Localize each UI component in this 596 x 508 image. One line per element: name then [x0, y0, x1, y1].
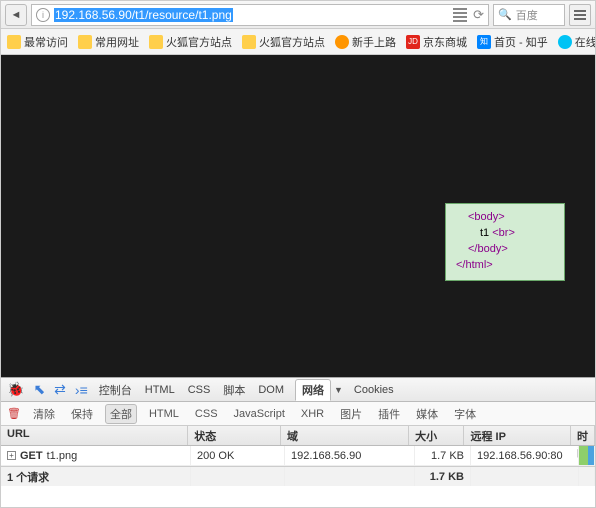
- bookmark-item[interactable]: 知首页 - 知乎: [477, 34, 548, 50]
- url-input[interactable]: i 192.168.56.90/t1/resource/t1.png ⟳: [31, 4, 489, 26]
- html-tooltip: <body> t1 <br> </body> </html>: [445, 203, 565, 281]
- back-button[interactable]: ◄: [5, 4, 27, 26]
- bookmark-item[interactable]: 常用网址: [78, 34, 139, 50]
- address-bar: ◄ i 192.168.56.90/t1/resource/t1.png ⟳ 🔍…: [1, 1, 595, 29]
- filter-css[interactable]: CSS: [191, 407, 222, 421]
- bookmark-item[interactable]: 在线API文: [558, 34, 595, 50]
- tooltip-tag: </html>: [456, 259, 493, 271]
- header-size[interactable]: 大小: [409, 426, 464, 445]
- search-icon: 🔍: [498, 8, 512, 21]
- filter-html[interactable]: HTML: [145, 407, 183, 421]
- jd-icon: JD: [406, 35, 420, 49]
- cell-domain: 192.168.56.90: [285, 446, 415, 465]
- tab-console[interactable]: 控制台: [97, 380, 134, 400]
- api-icon: [558, 35, 572, 49]
- tooltip-tag: </body>: [468, 243, 508, 255]
- header-url[interactable]: URL: [1, 426, 188, 445]
- timeline-bar: [579, 446, 594, 465]
- header-domain[interactable]: 域: [281, 426, 409, 445]
- filter-img[interactable]: 图片: [336, 405, 366, 423]
- filter-font[interactable]: 字体: [450, 405, 480, 423]
- zhihu-icon: 知: [477, 35, 491, 49]
- bookmark-item[interactable]: 最常访问: [7, 34, 68, 50]
- page-viewport: <body> t1 <br> </body> </html>: [1, 55, 595, 377]
- search-placeholder: 百度: [516, 7, 538, 23]
- folder-icon: [242, 35, 256, 49]
- firefox-icon: [335, 35, 349, 49]
- network-headers: URL 状态 域 大小 远程 IP 时间线: [1, 426, 595, 446]
- filter-all[interactable]: 全部: [105, 404, 137, 424]
- arrows-icon[interactable]: ⇄: [54, 381, 66, 398]
- folder-icon: [149, 35, 163, 49]
- step-icon[interactable]: ›≡: [75, 382, 88, 398]
- devtools-tabs: 🐞 ⬉ ⇄ ›≡ 控制台 HTML CSS 脚本 DOM 网络▼ Cookies: [1, 378, 595, 402]
- search-input[interactable]: 🔍 百度: [493, 4, 565, 26]
- qr-icon[interactable]: [453, 8, 467, 22]
- tab-script[interactable]: 脚本: [221, 380, 247, 400]
- expand-icon[interactable]: +: [7, 451, 16, 460]
- devtools-panel: 🐞 ⬉ ⇄ ›≡ 控制台 HTML CSS 脚本 DOM 网络▼ Cookies…: [1, 377, 595, 507]
- filter-plugin[interactable]: 插件: [374, 405, 404, 423]
- cell-status: 200 OK: [191, 446, 285, 465]
- pointer-icon[interactable]: ⬉: [33, 381, 45, 398]
- folder-icon: [78, 35, 92, 49]
- cell-url: + GET t1.png: [1, 446, 191, 465]
- tab-dom[interactable]: DOM: [256, 382, 286, 398]
- bookmark-item[interactable]: 火狐官方站点: [149, 34, 232, 50]
- tab-network[interactable]: 网络: [295, 379, 331, 401]
- bookmark-item[interactable]: JD京东商城: [406, 34, 467, 50]
- tab-cookies[interactable]: Cookies: [352, 382, 396, 398]
- tab-css[interactable]: CSS: [186, 382, 213, 398]
- filter-clear[interactable]: 清除: [29, 405, 59, 423]
- tooltip-tag: <body>: [468, 211, 505, 223]
- info-icon[interactable]: i: [36, 8, 50, 22]
- folder-icon: [7, 35, 21, 49]
- cell-size: 1.7 KB: [415, 446, 471, 465]
- url-right-controls: ⟳: [453, 7, 484, 23]
- filter-media[interactable]: 媒体: [412, 405, 442, 423]
- header-timeline[interactable]: 时间线: [571, 426, 595, 445]
- bookmark-item[interactable]: 新手上路: [335, 34, 396, 50]
- trash-icon[interactable]: 🗑: [7, 407, 21, 420]
- reload-icon[interactable]: ⟳: [473, 7, 484, 23]
- network-summary: 1 个请求 1.7 KB: [1, 466, 595, 486]
- dropdown-icon[interactable]: ▼: [334, 385, 343, 395]
- filter-js[interactable]: JavaScript: [230, 407, 289, 421]
- filter-xhr[interactable]: XHR: [297, 407, 328, 421]
- url-text: 192.168.56.90/t1/resource/t1.png: [54, 8, 233, 22]
- summary-size: 1.7 KB: [415, 467, 471, 486]
- menu-button[interactable]: [569, 4, 591, 26]
- header-status[interactable]: 状态: [188, 426, 281, 445]
- tab-html[interactable]: HTML: [143, 382, 177, 398]
- tooltip-tag: <br>: [492, 227, 515, 239]
- bookmark-item[interactable]: 火狐官方站点: [242, 34, 325, 50]
- inspect-icon[interactable]: 🐞: [7, 381, 24, 398]
- cell-ip: 192.168.56.90:80: [471, 446, 579, 465]
- filter-keep[interactable]: 保持: [67, 405, 97, 423]
- summary-count: 1 个请求: [1, 467, 191, 486]
- network-row[interactable]: + GET t1.png 200 OK 192.168.56.90 1.7 KB…: [1, 446, 595, 466]
- bookmarks-bar: 最常访问 常用网址 火狐官方站点 火狐官方站点 新手上路 JD京东商城 知首页 …: [1, 29, 595, 55]
- network-filters: 🗑 清除 保持 全部 HTML CSS JavaScript XHR 图片 插件…: [1, 402, 595, 426]
- tooltip-text: t1: [480, 227, 492, 239]
- network-body: + GET t1.png 200 OK 192.168.56.90 1.7 KB…: [1, 446, 595, 507]
- cell-timeline: [579, 446, 595, 465]
- header-ip[interactable]: 远程 IP: [464, 426, 571, 445]
